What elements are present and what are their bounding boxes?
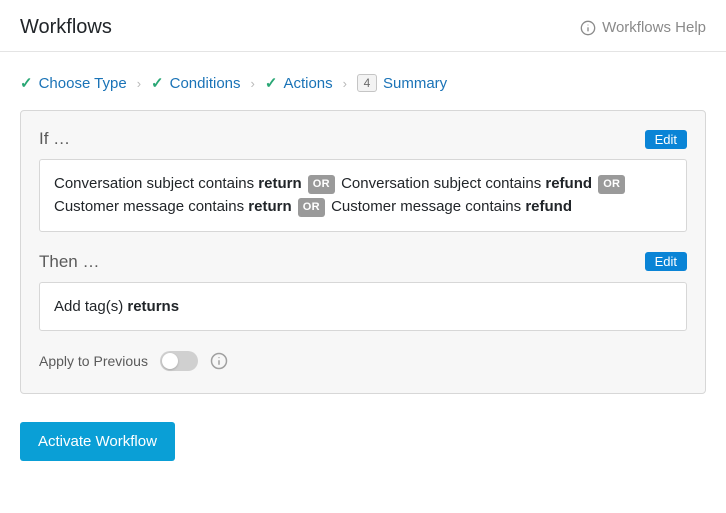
breadcrumb-step-summary[interactable]: 4 Summary — [357, 74, 447, 92]
help-label: Workflows Help — [602, 19, 706, 36]
check-icon: ✓ — [265, 74, 278, 92]
info-icon — [580, 20, 596, 36]
breadcrumb-label: Actions — [283, 75, 332, 92]
condition-text: Customer message contains — [54, 198, 248, 215]
action-value: returns — [127, 298, 179, 315]
or-badge: OR — [308, 175, 335, 194]
condition-value: return — [248, 198, 291, 215]
page-title: Workflows — [20, 16, 112, 39]
if-label: If … — [39, 129, 70, 149]
if-section: If … Edit Conversation subject contains … — [39, 129, 687, 232]
check-icon: ✓ — [151, 74, 164, 92]
then-label: Then … — [39, 252, 99, 272]
action-text: Add tag(s) — [54, 298, 127, 315]
condition-text: Conversation subject contains — [54, 175, 258, 192]
chevron-right-icon: › — [251, 76, 255, 91]
edit-actions-button[interactable]: Edit — [645, 252, 687, 271]
condition-value: refund — [525, 198, 572, 215]
condition-text: Customer message contains — [331, 198, 525, 215]
apply-previous-row: Apply to Previous — [39, 351, 687, 371]
then-section: Then … Edit Add tag(s) returns — [39, 252, 687, 331]
summary-panel: If … Edit Conversation subject contains … — [20, 110, 706, 394]
edit-conditions-button[interactable]: Edit — [645, 130, 687, 149]
help-link[interactable]: Workflows Help — [580, 19, 706, 36]
breadcrumb-label: Conditions — [170, 75, 241, 92]
conditions-box: Conversation subject contains return OR … — [39, 159, 687, 232]
actions-box: Add tag(s) returns — [39, 282, 687, 331]
apply-previous-label: Apply to Previous — [39, 353, 148, 369]
breadcrumb-step-actions[interactable]: ✓ Actions — [265, 74, 333, 92]
chevron-right-icon: › — [343, 76, 347, 91]
breadcrumb-step-choose-type[interactable]: ✓ Choose Type — [20, 74, 127, 92]
breadcrumb-label: Choose Type — [39, 75, 127, 92]
chevron-right-icon: › — [137, 76, 141, 91]
breadcrumb-label: Summary — [383, 75, 447, 92]
or-badge: OR — [298, 198, 325, 217]
condition-value: refund — [545, 175, 592, 192]
info-icon[interactable] — [210, 352, 228, 370]
condition-value: return — [258, 175, 301, 192]
apply-previous-toggle[interactable] — [160, 351, 198, 371]
or-badge: OR — [598, 175, 625, 194]
breadcrumb: ✓ Choose Type › ✓ Conditions › ✓ Actions… — [0, 52, 726, 110]
toggle-knob — [162, 353, 178, 369]
step-number-badge: 4 — [357, 74, 377, 92]
activate-workflow-button[interactable]: Activate Workflow — [20, 422, 175, 461]
condition-text: Conversation subject contains — [341, 175, 545, 192]
check-icon: ✓ — [20, 74, 33, 92]
breadcrumb-step-conditions[interactable]: ✓ Conditions — [151, 74, 240, 92]
